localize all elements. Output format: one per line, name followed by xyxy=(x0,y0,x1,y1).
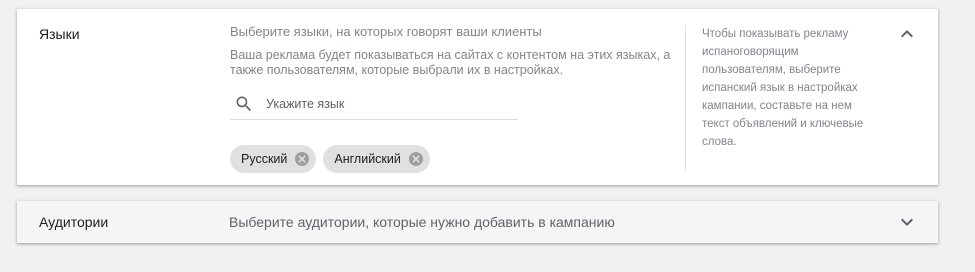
search-icon xyxy=(236,96,252,112)
language-chip-russian[interactable]: Русский xyxy=(230,145,317,173)
audiences-title: Аудитории xyxy=(39,214,109,230)
languages-title: Языки xyxy=(39,26,80,42)
chevron-up-icon[interactable] xyxy=(895,22,919,46)
audiences-panel[interactable]: Аудитории Выберите аудитории, которые ну… xyxy=(17,201,938,243)
cancel-icon[interactable] xyxy=(294,151,310,167)
languages-tip: Чтобы показывать рекламу испаноговорящим… xyxy=(702,28,864,148)
selected-languages: Русский Английский xyxy=(230,145,690,173)
language-search[interactable] xyxy=(230,92,518,120)
audiences-description: Выберите аудитории, которые нужно добави… xyxy=(229,214,615,230)
languages-main: Выберите языки, на которых говорят ваши … xyxy=(230,24,690,173)
language-chip-english[interactable]: Английский xyxy=(323,145,430,173)
language-search-input[interactable] xyxy=(266,95,506,113)
divider xyxy=(685,25,686,171)
cancel-icon[interactable] xyxy=(408,151,424,167)
languages-description: Ваша реклама будет показываться на сайта… xyxy=(230,48,671,77)
languages-prompt: Выберите языки, на которых говорят ваши … xyxy=(230,24,542,39)
languages-panel: Языки Выберите языки, на которых говорят… xyxy=(17,9,938,185)
chip-label: Русский xyxy=(241,152,288,166)
chevron-down-icon[interactable] xyxy=(895,210,919,234)
chip-label: Английский xyxy=(334,152,401,166)
